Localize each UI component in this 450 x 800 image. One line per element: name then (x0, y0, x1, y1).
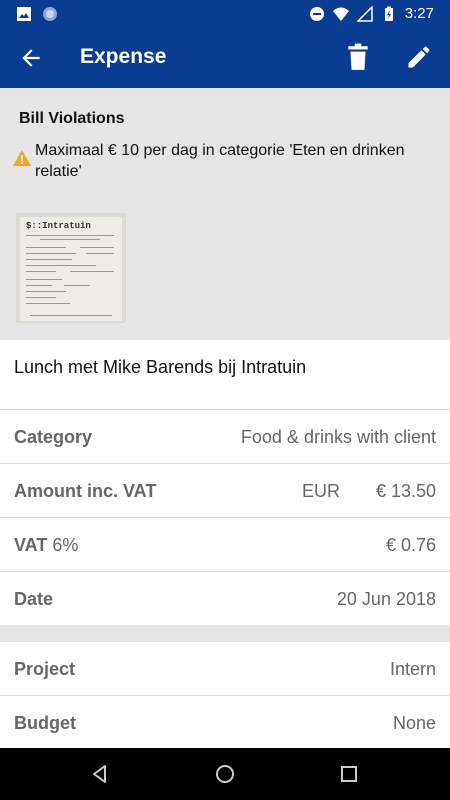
amount-row[interactable]: Amount inc. VAT EUR € 13.50 (0, 464, 450, 517)
back-triangle-icon[interactable] (89, 763, 111, 785)
home-circle-icon[interactable] (214, 763, 236, 785)
expense-description: Lunch met Mike Barends bij Intratuin (14, 357, 307, 377)
project-row[interactable]: Project Intern (0, 642, 450, 695)
status-time: 3:27 (404, 5, 434, 22)
battery-icon (384, 6, 393, 21)
amount-value: € 13.50 (375, 481, 436, 501)
budget-row[interactable]: Budget None (0, 696, 450, 749)
project-value: Intern (389, 659, 436, 679)
status-bar: 3:27 (0, 0, 450, 28)
page-title: Expense (80, 45, 167, 68)
category-value: Food & drinks with client (240, 427, 436, 447)
budget-value: None (392, 713, 436, 733)
app-bar: Expense (0, 28, 450, 88)
vat-value: € 0.76 (385, 535, 436, 555)
receipt-header: $::Intratuin (26, 221, 91, 231)
dnd-icon (309, 6, 324, 21)
vat-rate: 6% (52, 535, 79, 555)
circle-icon (43, 7, 57, 21)
edit-icon[interactable] (405, 43, 433, 71)
violation-message: Maximaal € 10 per dag in categorie 'Eten… (35, 142, 405, 180)
date-row[interactable]: Date 20 Jun 2018 (0, 572, 450, 625)
image-icon (17, 7, 31, 21)
budget-label: Budget (14, 713, 76, 733)
vat-label: VAT 6% (14, 535, 78, 556)
warning-icon (13, 150, 31, 166)
receipt-paper: $::Intratuin (20, 217, 122, 321)
violations-title: Bill Violations (19, 110, 125, 127)
project-label: Project (14, 659, 76, 679)
wifi-icon (332, 7, 349, 21)
vat-row[interactable]: VAT 6% € 0.76 (0, 518, 450, 571)
trash-icon[interactable] (345, 43, 371, 71)
amount-currency: EUR (302, 481, 341, 501)
amount-label: Amount inc. VAT (14, 481, 157, 501)
receipt-thumbnail[interactable]: $::Intratuin (16, 213, 126, 323)
vat-label-text: VAT (14, 535, 48, 555)
back-arrow-icon[interactable] (18, 45, 44, 71)
date-value: 20 Jun 2018 (336, 589, 436, 609)
recents-square-icon[interactable] (338, 763, 360, 785)
category-label: Category (14, 427, 93, 447)
system-nav-bar (0, 748, 450, 800)
signal-icon (356, 5, 373, 22)
bill-violations-section: Bill Violations Maximaal € 10 per dag in… (0, 88, 450, 340)
section-gap (0, 625, 450, 642)
category-row[interactable]: Category Food & drinks with client (0, 410, 450, 463)
date-label: Date (14, 589, 54, 609)
